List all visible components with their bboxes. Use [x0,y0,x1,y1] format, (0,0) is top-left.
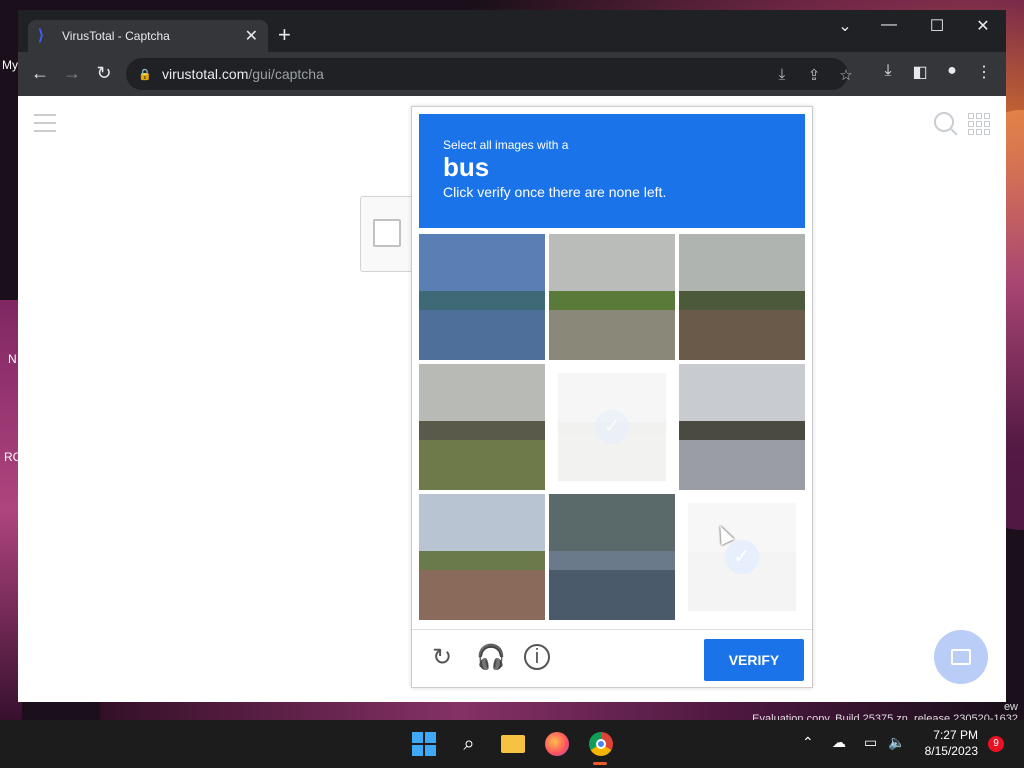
captcha-prompt: Select all images with a bus Click verif… [419,114,805,228]
browser-titlebar: ⟩ VirusTotal - Captcha ✕ + ⌄ — ☐ ✕ [18,10,1006,52]
tab-search-icon[interactable]: ⌄ [830,16,860,36]
profile-icon[interactable]: ● [941,62,963,80]
share-icon[interactable]: ⇪ [804,66,824,84]
check-icon: ✓ [594,409,630,445]
new-tab-button[interactable]: + [278,22,291,48]
desktop-icon-label[interactable]: N [8,352,17,366]
chat-button[interactable] [934,630,988,684]
captcha-tile[interactable] [679,364,805,490]
captcha-tile[interactable] [679,234,805,360]
lock-icon: 🔒 [138,68,152,81]
windows-logo-icon [412,732,436,756]
menu-kebab-icon[interactable]: ⋮ [973,62,995,82]
check-icon: ✓ [724,539,760,575]
chrome-icon[interactable] [587,730,615,758]
audio-challenge-icon[interactable]: 🎧 [476,644,506,672]
tab-close-icon[interactable]: ✕ [245,26,258,46]
notification-badge[interactable]: 9 [988,736,1004,752]
forward-icon[interactable]: → [61,63,83,84]
maximize-icon[interactable]: ☐ [922,16,952,36]
desktop-icon-label[interactable]: My [2,58,18,72]
captcha-tile[interactable] [549,234,675,360]
bookmark-star-icon[interactable]: ☆ [836,66,856,84]
captcha-tile[interactable] [419,494,545,620]
chat-bubble-icon [951,649,971,665]
captcha-tile-selected[interactable]: ✓ [687,502,797,612]
tab-title: VirusTotal - Captcha [62,29,170,43]
reload-challenge-icon[interactable]: ↻ [428,644,456,672]
watermark-line: ew [1003,701,1018,713]
clock-time: 7:27 PM [933,728,978,742]
onedrive-icon[interactable]: ☁ [832,734,846,751]
start-button[interactable] [410,730,438,758]
browser-toolbar: ← → ↻ 🔒 virustotal.com /gui/captcha ⤓ ⇪ … [18,52,1006,96]
url-host: virustotal.com [162,66,249,82]
search-taskbar-icon[interactable]: ⌕ [455,730,483,758]
clock-date: 8/15/2023 [924,744,978,758]
minimize-icon[interactable]: — [874,16,904,34]
file-explorer-icon[interactable] [499,730,527,758]
url-path: /gui/captcha [248,66,324,82]
browser-tab[interactable]: ⟩ VirusTotal - Captcha ✕ [28,20,268,52]
show-hidden-icons-icon[interactable]: ⌃ [802,734,814,751]
captcha-tile[interactable] [419,364,545,490]
network-icon[interactable]: ▭ [864,734,877,751]
prompt-hint: Click verify once there are none left. [443,184,667,200]
captcha-image-grid: ✓ ✓ [419,234,805,620]
install-app-icon[interactable]: ⤓ [772,66,792,83]
side-panel-icon[interactable]: ◧ [909,62,931,82]
taskbar: ⌕ ⌃ ☁ ▭ 🔈 7:27 PM 8/15/2023 9 [0,720,1024,768]
volume-icon[interactable]: 🔈 [888,734,905,751]
address-bar[interactable]: 🔒 virustotal.com /gui/captcha ⤓ ⇪ ☆ [126,58,853,90]
captcha-footer: ↻ 🎧 i VERIFY [412,629,812,687]
back-icon[interactable]: ← [29,63,51,84]
captcha-tile[interactable] [549,494,675,620]
search-icon[interactable] [934,112,954,132]
apps-grid-icon[interactable] [968,113,990,135]
active-app-indicator [593,762,607,765]
close-window-icon[interactable]: ✕ [968,16,998,36]
clock[interactable]: 7:27 PM 8/15/2023 [916,727,978,759]
hamburger-menu-icon[interactable] [34,114,56,138]
captcha-tile[interactable] [419,234,545,360]
firefox-icon[interactable] [543,730,571,758]
reload-icon[interactable]: ↻ [93,63,115,84]
recaptcha-checkbox[interactable] [373,219,401,247]
info-icon[interactable]: i [524,644,550,670]
downloads-icon[interactable]: ⤓ [877,62,899,80]
prompt-target-word: bus [443,152,490,182]
captcha-tile-selected[interactable]: ✓ [557,372,667,482]
prompt-instruction: Select all images with a [443,138,569,152]
virustotal-favicon-icon: ⟩ [38,27,44,44]
captcha-challenge: Select all images with a bus Click verif… [411,106,813,688]
verify-button[interactable]: VERIFY [704,639,804,681]
